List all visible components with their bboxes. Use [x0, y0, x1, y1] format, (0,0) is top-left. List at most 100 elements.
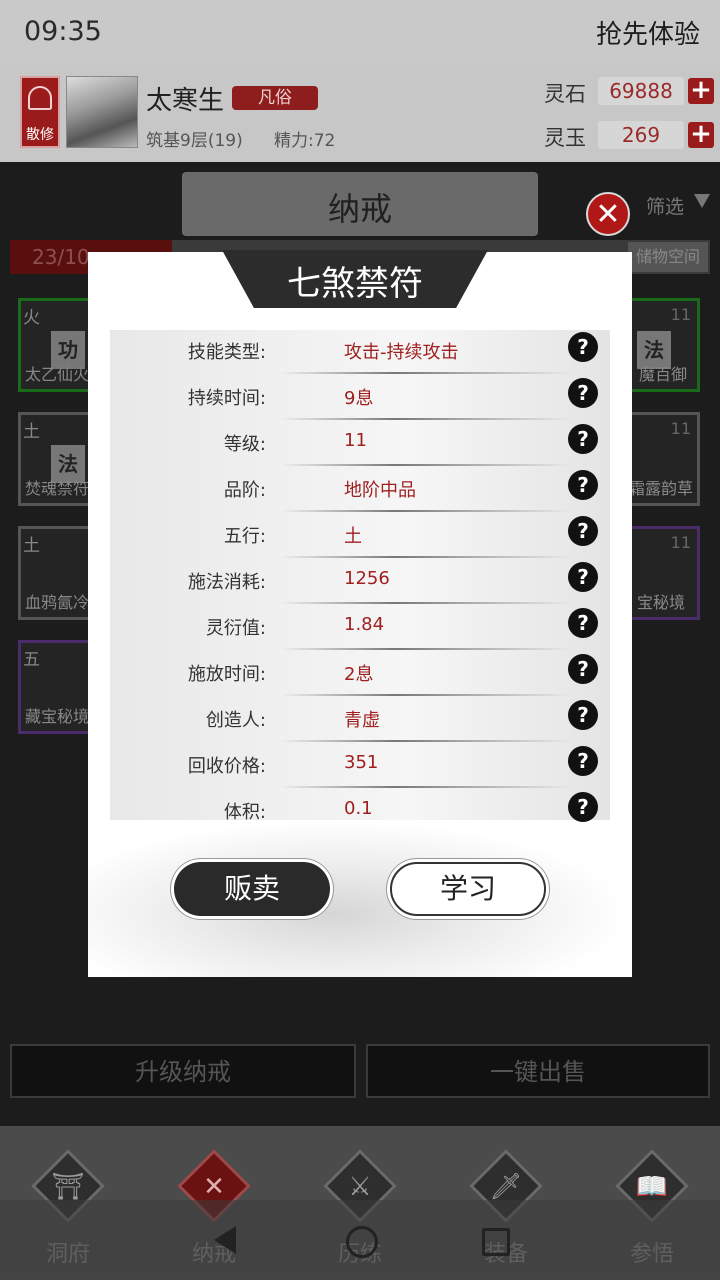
stat-divider	[280, 740, 570, 742]
stats-panel: 技能类型: 攻击-持续攻击 ? 持续时间: 9息 ? 等级: 11 ? 品阶: …	[110, 330, 610, 823]
stat-value: 攻击-持续攻击	[344, 342, 459, 363]
spirit-stone-label: 灵石	[544, 82, 586, 106]
stat-divider	[280, 556, 570, 558]
sword-glyph: 🗡	[489, 1172, 523, 1202]
help-icon[interactable]: ?	[568, 424, 598, 454]
item-level: 11	[670, 419, 691, 438]
help-icon[interactable]: ?	[568, 378, 598, 408]
help-icon[interactable]: ?	[568, 516, 598, 546]
stat-label: 灵衍值:	[205, 618, 266, 639]
stat-value: 351	[344, 752, 379, 773]
stat-label: 技能类型:	[187, 342, 266, 363]
stat-label: 品阶:	[223, 480, 266, 501]
sect-label: 散修	[26, 127, 54, 143]
spirit-jade-label: 灵玉	[544, 126, 586, 150]
stat-divider	[280, 694, 570, 696]
item-name: 藏宝秘境	[25, 707, 90, 726]
lotus-icon	[28, 86, 52, 110]
stat-row: 体积: 0.1 ?	[110, 790, 610, 823]
stat-row: 等级: 11 ?	[110, 422, 610, 468]
stat-divider	[280, 418, 570, 420]
upgrade-ring-button[interactable]: 升级纳戒	[10, 1044, 356, 1098]
storage-space-label: 储物空间	[628, 242, 708, 272]
stat-row: 五行: 土 ?	[110, 514, 610, 560]
stat-row: 施法消耗: 1256 ?	[110, 560, 610, 606]
stat-row: 品阶: 地阶中品 ?	[110, 468, 610, 514]
sell-all-button[interactable]: 一键出售	[366, 1044, 710, 1098]
inventory-slot[interactable]: 11 宝秘境	[622, 526, 700, 620]
help-icon[interactable]: ?	[568, 792, 598, 822]
mountain-decoration	[88, 820, 632, 977]
stat-divider	[280, 464, 570, 466]
help-icon[interactable]: ?	[568, 654, 598, 684]
item-name: 焚魂禁符	[25, 479, 90, 498]
clock: 09:35	[24, 16, 102, 47]
avatar[interactable]	[66, 76, 138, 148]
stat-value: 1.84	[344, 614, 385, 635]
back-icon[interactable]	[214, 1226, 236, 1254]
stat-divider	[280, 602, 570, 604]
item-name: 血鸦氤冷	[25, 593, 90, 612]
stat-label: 等级:	[223, 434, 266, 455]
add-spirit-stone-button[interactable]: +	[688, 77, 714, 104]
stat-divider	[280, 372, 570, 374]
element-label: 火	[23, 308, 40, 328]
swords-glyph: ⚔	[348, 1172, 372, 1202]
x-glyph: ✕	[203, 1172, 225, 1202]
stat-divider	[280, 510, 570, 512]
stat-value: 1256	[344, 568, 390, 589]
stat-divider	[280, 648, 570, 650]
stat-label: 体积:	[223, 802, 266, 823]
stat-value: 9息	[344, 388, 374, 409]
stat-label: 持续时间:	[187, 388, 266, 409]
stat-row: 施放时间: 2息 ?	[110, 652, 610, 698]
stat-label: 回收价格:	[187, 756, 266, 777]
stat-row: 持续时间: 9息 ?	[110, 376, 610, 422]
item-level: 11	[670, 533, 691, 552]
help-icon[interactable]: ?	[568, 470, 598, 500]
help-icon[interactable]: ?	[568, 746, 598, 776]
stat-value: 0.1	[344, 798, 373, 819]
inventory-slot[interactable]: 五 藏宝秘境	[18, 640, 96, 734]
help-icon[interactable]: ?	[568, 332, 598, 362]
recent-apps-icon[interactable]	[482, 1228, 510, 1256]
element-label: 土	[23, 536, 40, 556]
help-icon[interactable]: ?	[568, 562, 598, 592]
book-glyph: 📖	[635, 1172, 669, 1202]
inventory-slot[interactable]: 火 功 太乙仙火	[18, 298, 96, 392]
inventory-slot[interactable]: 土 法 焚魂禁符	[18, 412, 96, 506]
inventory-slot[interactable]: 11 霜露韵草	[622, 412, 700, 506]
stat-row: 创造人: 青虚 ?	[110, 698, 610, 744]
help-icon[interactable]: ?	[568, 608, 598, 638]
item-name: 宝秘境	[637, 593, 686, 612]
inventory-slot[interactable]: 土 血鸦氤冷	[18, 526, 96, 620]
inventory-slot[interactable]: 11 法 魔百御	[622, 298, 700, 392]
sect-badge[interactable]: 散修	[20, 76, 60, 148]
spirit-stone-value: 69888	[598, 77, 684, 105]
cultivation-level: 筑基9层(19)	[146, 131, 243, 151]
stat-row: 灵衍值: 1.84 ?	[110, 606, 610, 652]
filter-icon[interactable]	[694, 194, 710, 208]
stat-row: 回收价格: 351 ?	[110, 744, 610, 790]
add-spirit-jade-button[interactable]: +	[688, 121, 714, 148]
stat-value: 11	[344, 430, 367, 451]
learn-button[interactable]: 学习	[390, 862, 546, 916]
home-icon[interactable]	[346, 1226, 378, 1258]
item-level: 11	[670, 305, 691, 324]
filter-button[interactable]: 筛选	[646, 192, 684, 219]
close-button[interactable]: ✕	[586, 192, 630, 236]
sell-button[interactable]: 贩卖	[174, 862, 330, 916]
player-name: 太寒生	[146, 86, 225, 116]
stat-value: 地阶中品	[344, 480, 416, 501]
help-icon[interactable]: ?	[568, 700, 598, 730]
stat-value: 2息	[344, 664, 374, 685]
early-access-label[interactable]: 抢先体验	[596, 14, 700, 51]
element-label: 土	[23, 422, 40, 442]
stat-label: 施法消耗:	[187, 572, 266, 593]
stat-divider	[280, 786, 570, 788]
stat-label: 施放时间:	[187, 664, 266, 685]
spirit-jade-value: 269	[598, 121, 684, 149]
rank-badge: 凡俗	[232, 86, 318, 110]
stat-value: 青虚	[344, 710, 380, 731]
item-name: 太乙仙火	[25, 365, 90, 384]
